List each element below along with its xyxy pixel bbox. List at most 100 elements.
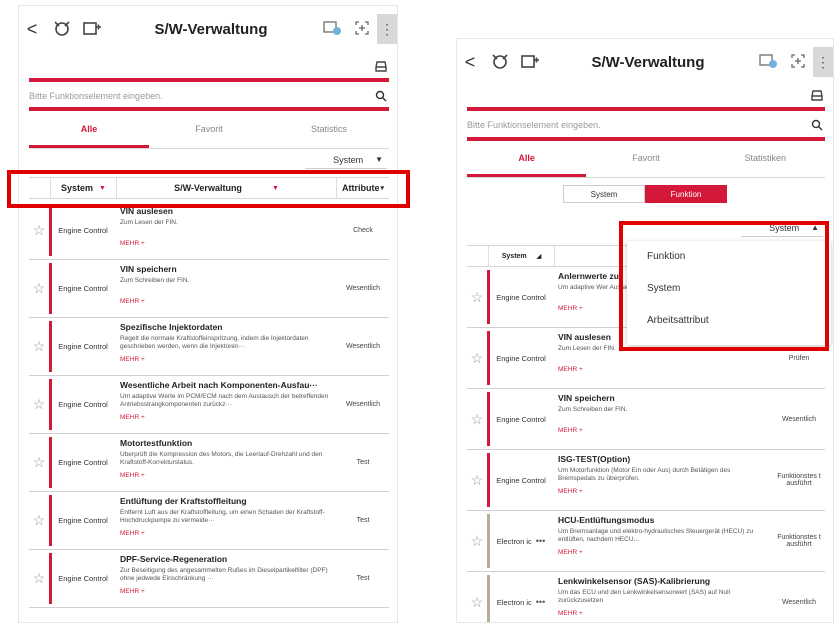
function-description: Zum Schreiben der FIN. [558, 406, 628, 413]
more-link[interactable]: MEHR + [120, 240, 333, 247]
function-cell: ISG-TEST(Option) Um Motorfunktion (Motor … [552, 450, 773, 510]
segment-system[interactable]: System [563, 185, 645, 203]
list-item[interactable]: ☆ Electron ic ••• HCU-Entlüftungsmodus Um Br… [467, 511, 825, 572]
sort-icon: ◢ [536, 253, 542, 260]
segment-function[interactable]: Funktion [645, 185, 727, 203]
function-description: Zum Lesen der FIN. [120, 219, 178, 226]
function-list: ☆ Engine Control VIN auslesen Zum Lesen der… [29, 202, 389, 608]
export-icon[interactable] [81, 18, 105, 40]
attribute-cell: Wesentlich [781, 415, 817, 423]
search-icon[interactable] [375, 89, 389, 103]
star-icon[interactable]: ☆ [467, 389, 487, 449]
function-title: Motortestfunktion [120, 438, 193, 448]
tab-statistics[interactable]: Statistiken [706, 143, 825, 177]
attribute-cell: Funktionstes t ausführt [777, 534, 821, 548]
star-icon[interactable]: ☆ [467, 328, 487, 388]
star-icon[interactable]: ☆ [467, 572, 487, 622]
car-icon[interactable] [373, 58, 391, 74]
star-icon[interactable]: ☆ [467, 267, 487, 327]
search-top-line [467, 107, 825, 111]
tab-favorite[interactable]: Favorit [586, 143, 705, 177]
expand-icon[interactable] [347, 20, 377, 39]
tab-all[interactable]: Alle [29, 114, 149, 148]
screen-share-icon[interactable] [317, 20, 347, 39]
search-bar[interactable] [467, 115, 825, 135]
star-icon[interactable]: ☆ [29, 492, 49, 549]
car-icon[interactable] [809, 87, 827, 103]
star-icon[interactable]: ☆ [467, 450, 487, 510]
filter-dropdown[interactable]: System ▼ [305, 151, 387, 169]
search-icon[interactable] [811, 118, 825, 132]
vehicle-connect-icon[interactable] [51, 18, 75, 40]
more-link[interactable]: MEHR + [558, 427, 769, 434]
more-dots-icon[interactable]: ••• [536, 597, 545, 607]
more-menu-button[interactable]: ⋮ [377, 14, 397, 44]
back-button[interactable]: < [19, 19, 45, 40]
more-link[interactable]: MEHR + [558, 488, 769, 495]
more-link[interactable]: MEHR + [120, 356, 333, 363]
header-system[interactable]: System ◢ [489, 246, 555, 266]
more-menu-button[interactable]: ⋮ [813, 47, 833, 77]
list-item[interactable]: ☆ Engine Control ISG-TEST(Option) Um Motorf… [467, 450, 825, 511]
system-cell: Engine Control [52, 202, 114, 259]
export-icon[interactable] [519, 51, 543, 73]
header-system-label: System [501, 252, 527, 260]
system-label: Electron ic [496, 536, 532, 546]
list-item[interactable]: ☆ Engine Control VIN auslesen Zum Lesen der… [29, 202, 389, 260]
tab-bar: Alle Favorit Statistiken [467, 143, 825, 177]
list-item[interactable]: ☆ Engine Control Entlüftung der Kraftstoff… [29, 492, 389, 550]
screen-share-icon[interactable] [753, 53, 783, 72]
expand-icon[interactable] [783, 53, 813, 72]
tab-all[interactable]: Alle [467, 143, 587, 177]
list-item[interactable]: ☆ Electron ic ••• Lenkwinkelsensor (SAS)-Ka… [467, 572, 825, 622]
more-link[interactable]: MEHR + [120, 530, 333, 537]
tab-divider [467, 177, 825, 178]
vehicle-connect-icon[interactable] [489, 51, 513, 73]
system-cell: Engine Control [490, 450, 552, 510]
system-cell: Electron ic ••• [490, 511, 552, 571]
star-icon[interactable]: ☆ [29, 318, 49, 375]
star-icon[interactable]: ☆ [29, 434, 49, 491]
function-title: ISG-TEST(Option) [558, 454, 631, 464]
system-label: Engine Control [496, 414, 546, 424]
system-label: Engine Control [496, 475, 546, 485]
function-description: Um das ECU und den Lenkwinkelsensorwert … [558, 589, 730, 605]
more-link[interactable]: MEHR + [558, 610, 769, 617]
function-title: HCU-Entlüftungsmodus [558, 515, 655, 525]
list-item[interactable]: ☆ Engine Control DPF-Service-Regeneration Z… [29, 550, 389, 608]
list-item[interactable]: ☆ Engine Control Spezifische Injektordaten… [29, 318, 389, 376]
back-button[interactable]: < [457, 52, 483, 73]
function-cell: VIN speichern Zum Schreiben der FIN. MEHR … [114, 260, 337, 317]
function-description: Um adaptive Werte im PCM/ECM nach dem Au… [120, 393, 329, 409]
function-cell: VIN speichern Zum Schreiben der FIN. MEHR … [552, 389, 773, 449]
more-link[interactable]: MEHR + [120, 472, 333, 479]
system-label: Engine Control [58, 284, 108, 293]
system-cell: Engine Control [52, 376, 114, 433]
system-cell: Engine Control [52, 550, 114, 607]
function-description: Um Motorfunktion (Motor Ein oder Aus) du… [558, 467, 731, 483]
star-icon[interactable]: ☆ [29, 260, 49, 317]
list-item[interactable]: ☆ Engine Control Motortestfunktion Überprüf… [29, 434, 389, 492]
tab-statistics[interactable]: Statistics [269, 114, 389, 148]
search-input[interactable] [29, 91, 375, 101]
filter-dropdown-value: System [333, 154, 364, 165]
search-bar[interactable] [29, 86, 389, 106]
search-bottom-line [467, 137, 825, 141]
more-link[interactable]: MEHR + [558, 549, 769, 556]
function-description: Zur Beseitigung des angesammelten Rußes … [120, 567, 328, 583]
tab-favorite[interactable]: Favorit [149, 114, 269, 148]
more-link[interactable]: MEHR + [120, 588, 333, 595]
system-cell: Engine Control [52, 260, 114, 317]
list-item[interactable]: ☆ Engine Control VIN speichern Zum Schreibe… [29, 260, 389, 318]
search-input[interactable] [467, 120, 811, 130]
star-icon[interactable]: ☆ [29, 202, 49, 259]
list-item[interactable]: ☆ Engine Control Wesentliche Arbeit nach K… [29, 376, 389, 434]
more-link[interactable]: MEHR + [558, 366, 769, 373]
list-item[interactable]: ☆ Engine Control VIN speichern Zum Schreibe… [467, 389, 825, 450]
star-icon[interactable]: ☆ [467, 511, 487, 571]
more-dots-icon[interactable]: ••• [536, 536, 545, 546]
more-link[interactable]: MEHR + [120, 298, 333, 305]
more-link[interactable]: MEHR + [120, 414, 333, 421]
star-icon[interactable]: ☆ [29, 376, 49, 433]
star-icon[interactable]: ☆ [29, 550, 49, 607]
